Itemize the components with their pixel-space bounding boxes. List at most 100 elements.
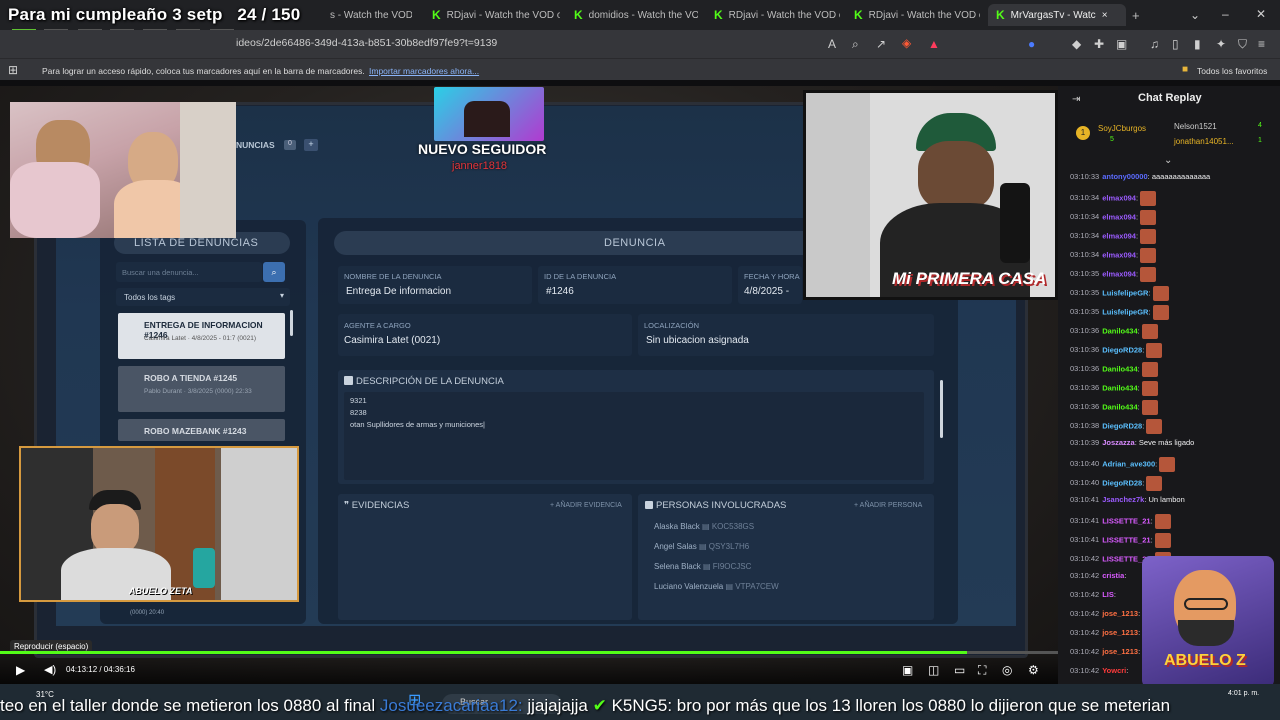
url-field[interactable]: ideos/2de66486-349d-413a-b851-30b8edf97f… bbox=[236, 37, 497, 49]
browser-tab-active[interactable]: K MrVargasTv - Watc × bbox=[988, 4, 1126, 26]
browser-tab[interactable]: s - Watch the VOD bbox=[330, 4, 412, 26]
agent-value: Casimira Latet (0021) bbox=[344, 335, 441, 346]
add-person-button[interactable]: + AÑADIR PERSONA bbox=[854, 502, 922, 509]
chat-username[interactable]: Adrian_ave300 bbox=[1102, 459, 1155, 468]
chat-username[interactable]: LISSETTE_21 bbox=[1102, 516, 1150, 525]
top-gifter-count: 5 bbox=[1110, 136, 1114, 143]
collapse-chat-icon[interactable]: ⇥ bbox=[1072, 93, 1080, 107]
chat-timestamp: 03:10:36 bbox=[1070, 402, 1100, 412]
extension-icon[interactable]: ◆ bbox=[1072, 37, 1081, 51]
chat-username[interactable]: LuisfelipeGR bbox=[1102, 307, 1148, 316]
chat-username[interactable]: LIS bbox=[1102, 590, 1114, 599]
browser-tab[interactable]: K RDjavi - Watch the VOD o bbox=[432, 4, 560, 26]
clip-icon[interactable]: ◫ bbox=[928, 663, 939, 677]
rewards-icon[interactable]: ▲ bbox=[928, 37, 940, 51]
chat-message: 03:10:35 elmax094: bbox=[1070, 267, 1157, 282]
close-window-icon[interactable]: ✕ bbox=[1256, 7, 1266, 21]
webcam-bottom-left: ABUELO ZETA bbox=[19, 446, 299, 602]
browser-tab[interactable]: Kdomidios - Watch the VOD bbox=[574, 4, 698, 26]
list-item[interactable]: ENTREGA DE INFORMACION #1246 Casimira La… bbox=[118, 313, 285, 359]
search-icon[interactable]: ⌕ bbox=[263, 262, 285, 282]
chat-username[interactable]: elmax094 bbox=[1102, 269, 1136, 278]
chat-username[interactable]: Danilo434 bbox=[1102, 402, 1137, 411]
chat-username[interactable]: elmax094 bbox=[1102, 193, 1136, 202]
description-textarea[interactable] bbox=[344, 392, 924, 480]
chat-timestamp: 03:10:36 bbox=[1070, 364, 1100, 374]
volume-icon[interactable]: ◀) bbox=[44, 663, 56, 677]
chat-username[interactable]: jose_1213 bbox=[1102, 647, 1138, 656]
list-item-title: ROBO A TIENDA #1245 bbox=[144, 373, 238, 383]
music-icon[interactable]: ♫ bbox=[1150, 37, 1159, 51]
apps-grid-icon[interactable]: ⊞ bbox=[8, 63, 18, 77]
menu-icon[interactable]: ≡ bbox=[1258, 37, 1265, 51]
top-gifter-name[interactable]: Nelson1521 bbox=[1174, 122, 1217, 131]
chat-username[interactable]: Jsanchez7k bbox=[1102, 495, 1144, 504]
chat-message: 03:10:33 antony00000: aaaaaaaaaaaaaa bbox=[1070, 172, 1210, 181]
theater-icon[interactable]: ▣ bbox=[902, 663, 913, 677]
settings-gear-icon[interactable]: ⚙ bbox=[1028, 663, 1039, 677]
list-item[interactable]: ROBO A TIENDA #1245 Pablo Durant · 3/8/2… bbox=[118, 366, 285, 412]
new-tab-button[interactable]: + bbox=[1132, 4, 1146, 26]
vpn-icon[interactable]: ⛉ bbox=[1238, 37, 1247, 51]
bookmark-icon[interactable]: ▮ bbox=[1194, 37, 1201, 51]
play-icon[interactable]: ▶ bbox=[16, 663, 25, 677]
import-bookmarks-link[interactable]: Importar marcadores ahora... bbox=[369, 66, 479, 76]
chat-separator: : bbox=[1113, 590, 1116, 599]
minimize-icon[interactable]: – bbox=[1222, 7, 1229, 21]
extension-icon[interactable]: ● bbox=[1028, 37, 1035, 51]
bookmarks-bar: ⊞ Para lograr un acceso rápido, coloca t… bbox=[0, 58, 1280, 80]
add-evidence-button[interactable]: + AÑADIR EVIDENCIA bbox=[550, 502, 622, 509]
list-scrollbar[interactable] bbox=[290, 310, 293, 336]
brave-shield-icon[interactable]: ◈ bbox=[902, 36, 911, 50]
sidebar-icon[interactable]: ▯ bbox=[1172, 37, 1179, 51]
chat-username[interactable]: antony00000 bbox=[1102, 172, 1147, 181]
chat-username[interactable]: Danilo434 bbox=[1102, 383, 1137, 392]
detail-scrollbar[interactable] bbox=[940, 380, 943, 438]
top-gifter-name[interactable]: jonathan14051... bbox=[1174, 137, 1234, 146]
screenshot-icon[interactable]: ▣ bbox=[1116, 37, 1127, 51]
tab-denuncias[interactable]: NUNCIAS bbox=[236, 140, 275, 150]
chat-emote bbox=[1141, 324, 1158, 339]
cast-icon[interactable]: ◎ bbox=[1002, 663, 1012, 677]
zoom-icon[interactable]: ⌕ bbox=[852, 37, 859, 51]
chat-username[interactable]: Yowcri bbox=[1102, 666, 1126, 675]
chat-emote bbox=[1140, 248, 1157, 263]
chat-username[interactable]: elmax094 bbox=[1102, 231, 1136, 240]
chat-username[interactable]: jose_1213 bbox=[1102, 628, 1138, 637]
chat-username[interactable]: Joszazza bbox=[1102, 438, 1135, 447]
leo-icon[interactable]: ✦ bbox=[1216, 37, 1226, 51]
chat-username[interactable]: DiegoRD28 bbox=[1102, 345, 1142, 354]
person-row[interactable]: Alaska Black ▤ KOC538GS bbox=[654, 522, 754, 531]
chat-username[interactable]: LuisfelipeGR bbox=[1102, 288, 1148, 297]
chat-username[interactable]: Danilo434 bbox=[1102, 364, 1137, 373]
pip-icon[interactable]: ▭ bbox=[954, 663, 965, 677]
chat-username[interactable]: DiegoRD28 bbox=[1102, 478, 1142, 487]
translate-icon[interactable]: A bbox=[828, 37, 836, 51]
person-row[interactable]: Angel Salas ▤ QSY3L7H6 bbox=[654, 542, 749, 551]
top-gifter-count: 1 bbox=[1258, 137, 1262, 144]
chat-username[interactable]: elmax094 bbox=[1102, 250, 1136, 259]
detail-title: DENUNCIA bbox=[604, 237, 666, 249]
chevron-down-icon[interactable]: ⌄ bbox=[1190, 8, 1200, 22]
chat-username[interactable]: Danilo434 bbox=[1102, 326, 1137, 335]
chat-username[interactable]: LISSETTE_21 bbox=[1102, 535, 1150, 544]
puzzle-icon[interactable]: ✚ bbox=[1094, 37, 1104, 51]
close-tab-icon[interactable]: × bbox=[1102, 10, 1108, 21]
person-row[interactable]: Selena Black ▤ FI9OCJSC bbox=[654, 562, 751, 571]
share-icon[interactable]: ↗ bbox=[876, 37, 886, 51]
browser-tab[interactable]: K RDjavi - Watch the VOD o bbox=[854, 4, 980, 26]
chat-username[interactable]: cristia bbox=[1102, 571, 1124, 580]
top-gifter-name[interactable]: SoyJCburgos bbox=[1098, 124, 1146, 133]
player-controls bbox=[0, 654, 1058, 684]
add-tab-button[interactable]: + bbox=[304, 139, 318, 151]
browser-tab[interactable]: K RDjavi - Watch the VOD o bbox=[714, 4, 840, 26]
chat-username[interactable]: jose_1213 bbox=[1102, 609, 1138, 618]
chat-username[interactable]: elmax094 bbox=[1102, 212, 1136, 221]
chevron-down-icon[interactable]: ⌄ bbox=[1164, 154, 1172, 168]
chat-username[interactable]: DiegoRD28 bbox=[1102, 421, 1142, 430]
fullscreen-icon[interactable]: ⛶ bbox=[978, 663, 986, 677]
chat-message: 03:10:42 jose_1213: bbox=[1070, 628, 1140, 637]
list-item[interactable]: ROBO MAZEBANK #1243 bbox=[118, 419, 285, 441]
person-row[interactable]: Luciano Valenzuela ▤ VTPA7CEW bbox=[654, 582, 779, 591]
all-bookmarks[interactable]: Todos los favoritos bbox=[1197, 66, 1267, 76]
